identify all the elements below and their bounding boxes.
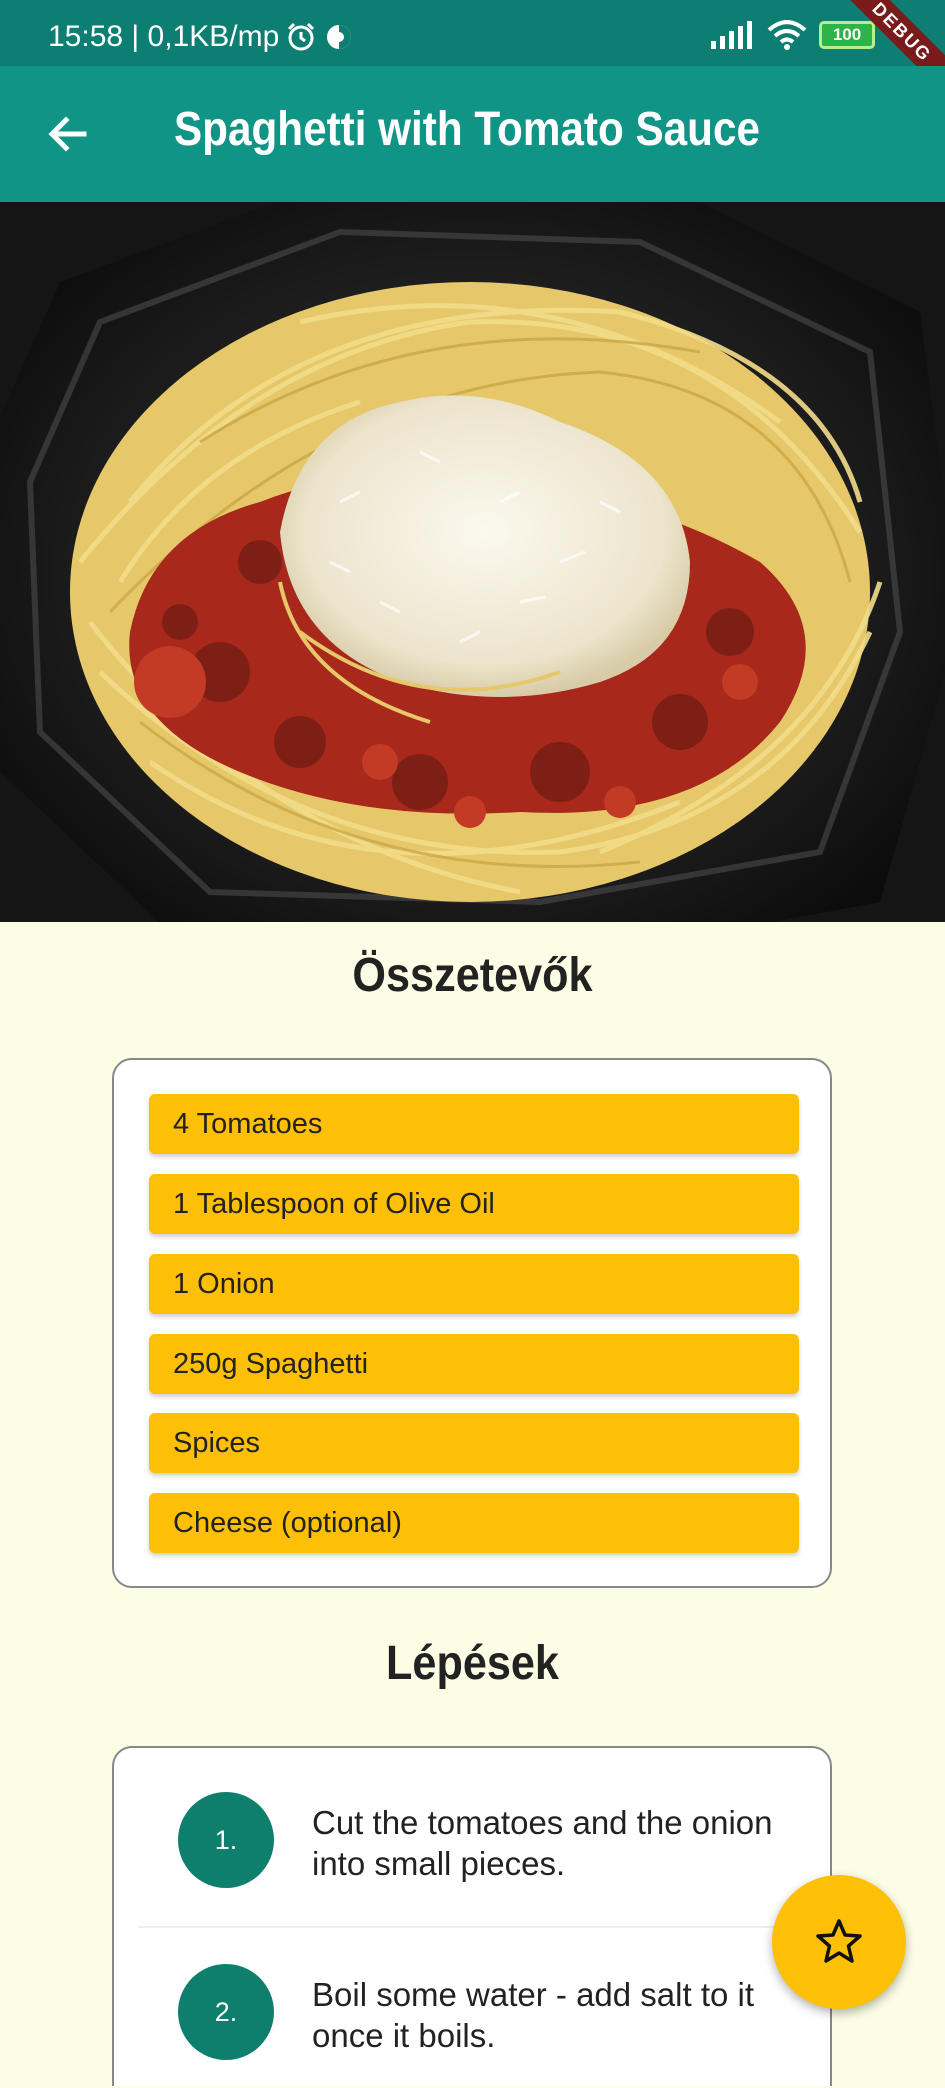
signal-icon — [711, 21, 752, 49]
alarm-icon — [288, 22, 315, 51]
ingredient-item: Cheese (optional) — [149, 1493, 799, 1553]
star-outline-icon — [816, 1919, 862, 1963]
status-bar: 15:58 | 0,1KB/mp 100 DEBUG — [0, 0, 945, 110]
wifi-icon — [767, 20, 807, 50]
ingredient-item: 4 Tomatoes — [149, 1094, 799, 1154]
page-title: Spaghetti with Tomato Sauce — [174, 103, 760, 156]
status-time: 15:58 | 0,1KB/mp — [48, 20, 280, 53]
steps-heading: Lépések — [386, 1637, 559, 1690]
back-button[interactable] — [40, 106, 96, 162]
data-saver-icon — [327, 25, 352, 49]
step-item: 1. Cut the tomatoes and the onion into s… — [138, 1748, 808, 1926]
step-number: 1. — [178, 1792, 274, 1888]
ingredients-heading: Összetevők — [352, 949, 593, 1002]
recipe-image — [0, 202, 945, 922]
status-left: 15:58 | 0,1KB/mp — [48, 20, 355, 54]
favorite-button[interactable] — [772, 1875, 906, 2009]
battery-icon: 100 — [819, 21, 875, 49]
ingredient-item: 250g Spaghetti — [149, 1334, 799, 1394]
step-text: Cut the tomatoes and the onion into smal… — [312, 1804, 773, 1882]
ingredients-card: 4 Tomatoes 1 Tablespoon of Olive Oil 1 O… — [112, 1058, 832, 1588]
ingredient-item: Spices — [149, 1413, 799, 1473]
step-number: 2. — [178, 1964, 274, 2060]
step-item: 2. Boil some water - add salt to it once… — [138, 1928, 808, 2088]
ingredient-item: 1 Tablespoon of Olive Oil — [149, 1174, 799, 1234]
arrow-back-icon — [48, 116, 87, 152]
app-bar: Spaghetti with Tomato Sauce — [0, 66, 945, 202]
status-right: 100 — [711, 20, 875, 50]
steps-card: 1. Cut the tomatoes and the onion into s… — [112, 1746, 832, 2086]
ingredient-item: 1 Onion — [149, 1254, 799, 1314]
step-text: Boil some water - add salt to it once it… — [312, 1976, 755, 2054]
